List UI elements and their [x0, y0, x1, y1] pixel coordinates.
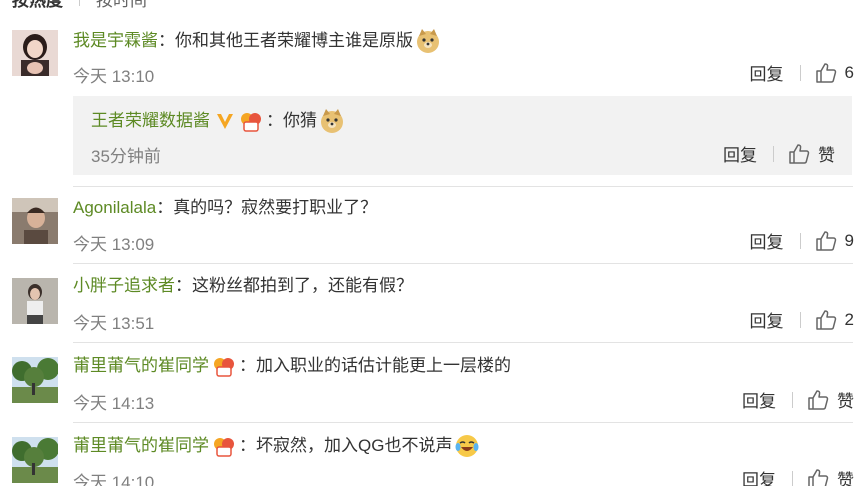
comment-actions: 回复 9: [750, 228, 854, 253]
comment-text: 坏寂然，加入QG也不说声: [256, 436, 453, 455]
comment-username[interactable]: 莆里莆气的崔同学: [73, 354, 209, 378]
colon: ：: [239, 356, 256, 375]
comment-time: 今天 13:51: [73, 314, 155, 333]
comment-body: 小胖子追求者 ： 这粉丝都拍到了，还能有假？: [73, 274, 413, 298]
colon: ：: [156, 198, 174, 217]
sort-bar: 按热度 按时间: [12, 0, 147, 10]
comment-time: 今天 14:13: [73, 394, 155, 413]
laugh-cry-emoji-icon: [455, 435, 479, 457]
thumbs-up-icon[interactable]: [815, 62, 837, 84]
reply-button[interactable]: 回复: [750, 228, 784, 253]
action-divider: [792, 470, 793, 486]
colon: ：: [175, 276, 192, 295]
thumbs-up-icon[interactable]: [788, 143, 810, 165]
comment-username[interactable]: 我是宇霖酱: [73, 29, 158, 53]
sort-divider: [79, 0, 80, 6]
comment-body: 莆里莆气的崔同学 ： 加入职业的话估计能更上一层楼的: [73, 354, 511, 378]
reply-button[interactable]: 回复: [723, 141, 757, 166]
action-divider: [799, 64, 801, 81]
comment-body: 莆里莆气的崔同学 ： 坏寂然，加入QG也不说声: [73, 433, 480, 459]
doge-emoji-icon: [321, 109, 343, 133]
comment-username[interactable]: Agonilalala: [73, 196, 156, 220]
reply-button[interactable]: 回复: [750, 307, 784, 332]
thumbs-up-icon[interactable]: [815, 309, 837, 331]
comment-actions: 回复 6: [750, 60, 854, 85]
comment-time: 今天 13:10: [73, 67, 155, 86]
comment-time: 今天 14:10: [73, 473, 155, 486]
sub-reply-actions: 回复 赞: [723, 141, 835, 166]
like-count[interactable]: 6: [845, 63, 854, 83]
like-label[interactable]: 赞: [837, 387, 854, 412]
comment-divider: [73, 422, 853, 423]
fan-badge-icon: [241, 113, 261, 132]
avatar[interactable]: [12, 198, 58, 244]
comment-body: 我是宇霖酱 ： 你和其他王者荣耀博主谁是原版: [73, 28, 441, 54]
avatar[interactable]: [12, 357, 58, 403]
action-divider: [773, 145, 774, 162]
verified-v-icon: [217, 114, 233, 129]
reply-button[interactable]: 回复: [750, 60, 784, 85]
thumbs-up-icon[interactable]: [807, 468, 829, 486]
comment-actions: 回复 赞: [742, 466, 854, 486]
colon: ：: [266, 111, 283, 130]
action-divider: [792, 391, 793, 408]
comment-body: Agonilalala ： 真的吗？寂然要打职业了？: [73, 196, 377, 220]
sub-reply-text: 你猜: [283, 111, 317, 130]
action-divider: [799, 232, 801, 249]
colon: ：: [158, 31, 175, 50]
like-label[interactable]: 赞: [818, 141, 835, 166]
comment-divider: [73, 342, 853, 343]
action-divider: [799, 311, 801, 328]
comment-actions: 回复 赞: [742, 387, 854, 412]
doge-emoji-icon: [417, 29, 439, 53]
sort-by-hot[interactable]: 按热度: [12, 0, 63, 11]
sort-by-time[interactable]: 按时间: [96, 0, 147, 11]
comment-divider: [73, 263, 853, 264]
like-count[interactable]: 9: [845, 231, 854, 251]
comment-text: 加入职业的话估计能更上一层楼的: [256, 356, 511, 375]
colon: ：: [239, 436, 256, 455]
sub-reply-body: 王者荣耀数据酱 ： 你猜: [91, 108, 345, 134]
like-count[interactable]: 2: [845, 310, 854, 330]
comment-text: 你和其他王者荣耀博主谁是原版: [175, 31, 413, 50]
sub-reply-time: 35分钟前: [91, 147, 161, 166]
sub-reply-username[interactable]: 王者荣耀数据酱: [91, 109, 210, 133]
comment-divider: [73, 186, 853, 187]
reply-button[interactable]: 回复: [742, 466, 776, 486]
reply-button[interactable]: 回复: [742, 387, 776, 412]
avatar[interactable]: [12, 437, 58, 483]
comment-text: 这粉丝都拍到了，还能有假？: [192, 276, 413, 295]
sub-reply: 王者荣耀数据酱 ： 你猜 35分钟前 回复 赞: [73, 96, 852, 175]
comment-text: 真的吗？寂然要打职业了？: [173, 198, 378, 217]
comment-username[interactable]: 小胖子追求者: [73, 274, 175, 298]
thumbs-up-icon[interactable]: [815, 230, 837, 252]
avatar[interactable]: [12, 30, 58, 76]
fan-badge-icon: [214, 358, 234, 377]
comment-actions: 回复 2: [750, 307, 854, 332]
fan-badge-icon: [214, 438, 234, 457]
comment-username[interactable]: 莆里莆气的崔同学: [73, 434, 209, 458]
comment-time: 今天 13:09: [73, 235, 155, 254]
like-label[interactable]: 赞: [837, 466, 854, 486]
avatar[interactable]: [12, 278, 58, 324]
thumbs-up-icon[interactable]: [807, 389, 829, 411]
